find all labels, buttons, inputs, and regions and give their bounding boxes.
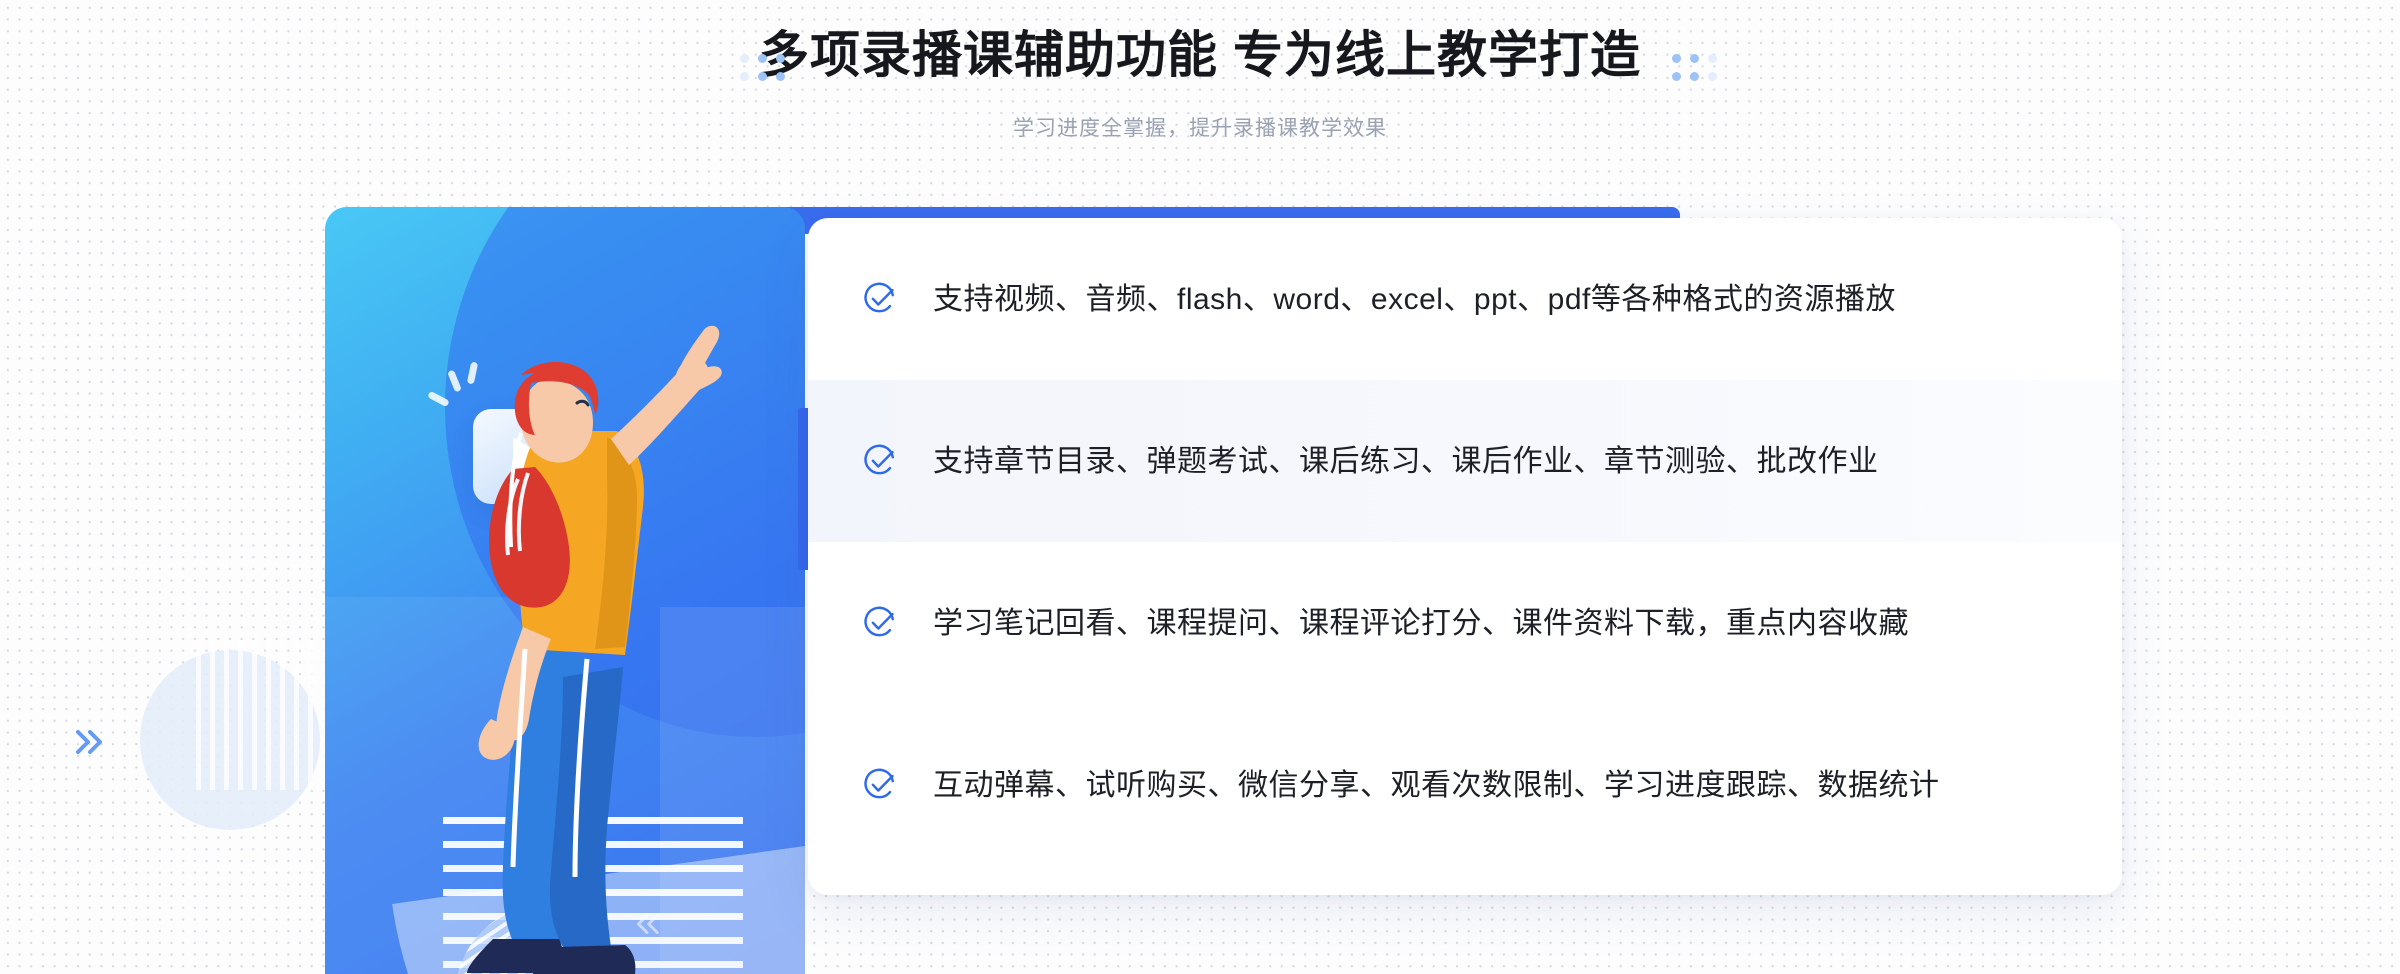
striped-circle-decoration — [196, 640, 336, 790]
decor-dot — [1708, 54, 1717, 63]
check-circle-icon — [864, 768, 894, 799]
decor-dot — [1708, 72, 1717, 81]
feature-card: 支持视频、音频、flash、word、excel、ppt、pdf等各种格式的资源… — [808, 218, 2122, 895]
feature-text: 学习笔记回看、课程提问、课程评论打分、课件资料下载，重点内容收藏 — [933, 606, 1909, 640]
check-circle-icon — [864, 444, 894, 475]
decor-dot — [1690, 72, 1699, 81]
feature-row[interactable]: 支持章节目录、弹题考试、课后练习、课后作业、章节测验、批改作业 — [808, 380, 2122, 542]
feature-row[interactable]: 学习笔记回看、课程提问、课程评论打分、课件资料下载，重点内容收藏 — [808, 542, 2122, 704]
feature-list: 支持视频、音频、flash、word、excel、ppt、pdf等各种格式的资源… — [808, 218, 2122, 895]
feature-row[interactable]: 支持视频、音频、flash、word、excel、ppt、pdf等各种格式的资源… — [808, 218, 2122, 380]
person-illustration — [467, 325, 722, 974]
feature-text: 互动弹幕、试听购买、微信分享、观看次数限制、学习进度跟踪、数据统计 — [933, 768, 1940, 802]
feature-row[interactable]: 互动弹幕、试听购买、微信分享、观看次数限制、学习进度跟踪、数据统计 — [808, 704, 2122, 866]
decor-dot — [1672, 54, 1681, 63]
double-chevron-right-icon — [76, 730, 102, 754]
decor-dot — [758, 72, 767, 81]
decor-dot — [740, 72, 749, 81]
dot-cluster-right-decoration — [1672, 54, 1717, 81]
check-circle-icon — [864, 606, 894, 637]
decor-dot — [1690, 54, 1699, 63]
decor-dot — [776, 72, 785, 81]
header: 多项录播课辅助功能 专为线上教学打造 学习进度全掌握，提升录播课教学效果 — [0, 0, 2400, 160]
feature-text: 支持视频、音频、flash、word、excel、ppt、pdf等各种格式的资源… — [933, 282, 1896, 316]
check-circle-icon — [864, 282, 894, 313]
dot-cluster-left-decoration — [740, 54, 785, 81]
decor-dot — [776, 54, 785, 63]
page-subtitle: 学习进度全掌握，提升录播课教学效果 — [1013, 117, 1387, 140]
decor-dot — [1672, 72, 1681, 81]
decor-dot — [740, 54, 749, 63]
decor-dot — [758, 54, 767, 63]
promo-banner: 多项录播课辅助功能 专为线上教学打造 学习进度全掌握，提升录播课教学效果 支持视… — [0, 0, 2400, 974]
illustration-panel — [325, 207, 805, 974]
page-title: 多项录播课辅助功能 专为线上教学打造 — [759, 27, 1641, 83]
feature-text: 支持章节目录、弹题考试、课后练习、课后作业、章节测验、批改作业 — [933, 444, 1879, 478]
